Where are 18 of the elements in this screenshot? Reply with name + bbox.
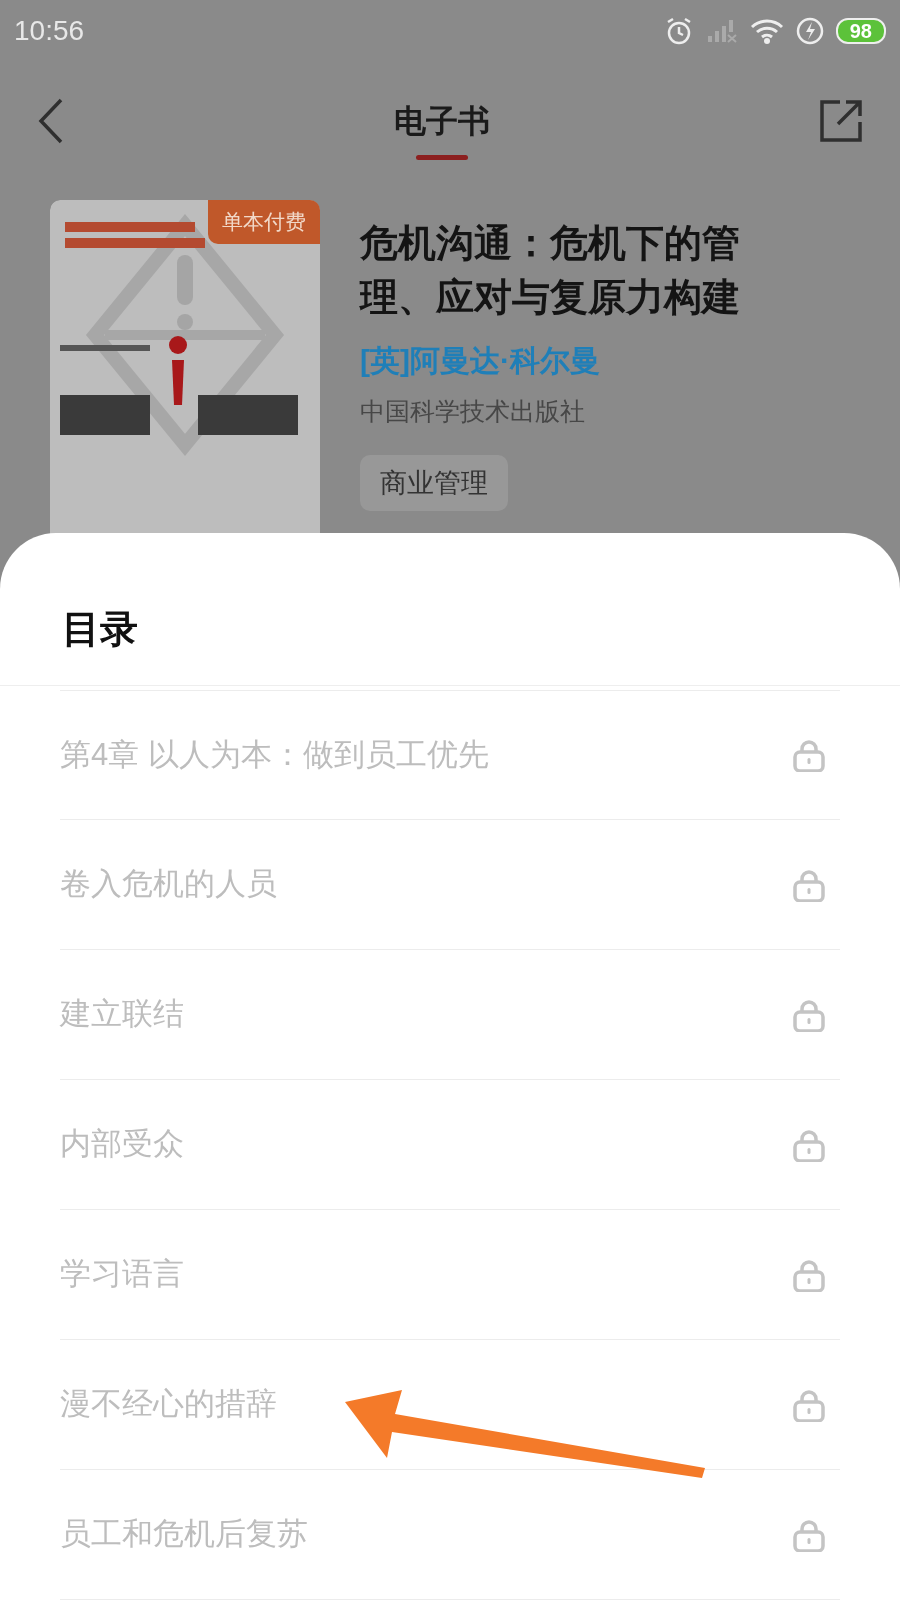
share-icon[interactable] <box>818 98 864 144</box>
status-time: 10:56 <box>14 14 85 48</box>
book-publisher: 中国科学技术出版社 <box>360 396 586 427</box>
charging-icon <box>795 17 824 45</box>
chapter-item[interactable]: 内部受众 <box>60 1080 840 1210</box>
signal-icon <box>705 18 738 44</box>
contents-title: 目录 <box>62 606 138 652</box>
paid-badge: 单本付费 <box>208 200 320 244</box>
battery-level: 98 <box>835 18 886 44</box>
page-title: 电子书 <box>394 101 490 141</box>
chapter-item[interactable]: 第4章 以人为本：做到员工优先 <box>60 690 840 820</box>
chapter-item[interactable]: 学习语言 <box>60 1210 840 1340</box>
book-title: 危机沟通：危机下的管理、应对与复原力构建 <box>360 221 741 320</box>
chapter-item[interactable]: 建立联结 <box>60 950 840 1080</box>
book-author[interactable]: [英]阿曼达·科尔曼 <box>360 338 800 383</box>
category-tag[interactable]: 商业管理 <box>360 454 508 511</box>
chapter-item[interactable]: 卷入危机的人员 <box>60 820 840 950</box>
wifi-icon <box>749 17 784 45</box>
